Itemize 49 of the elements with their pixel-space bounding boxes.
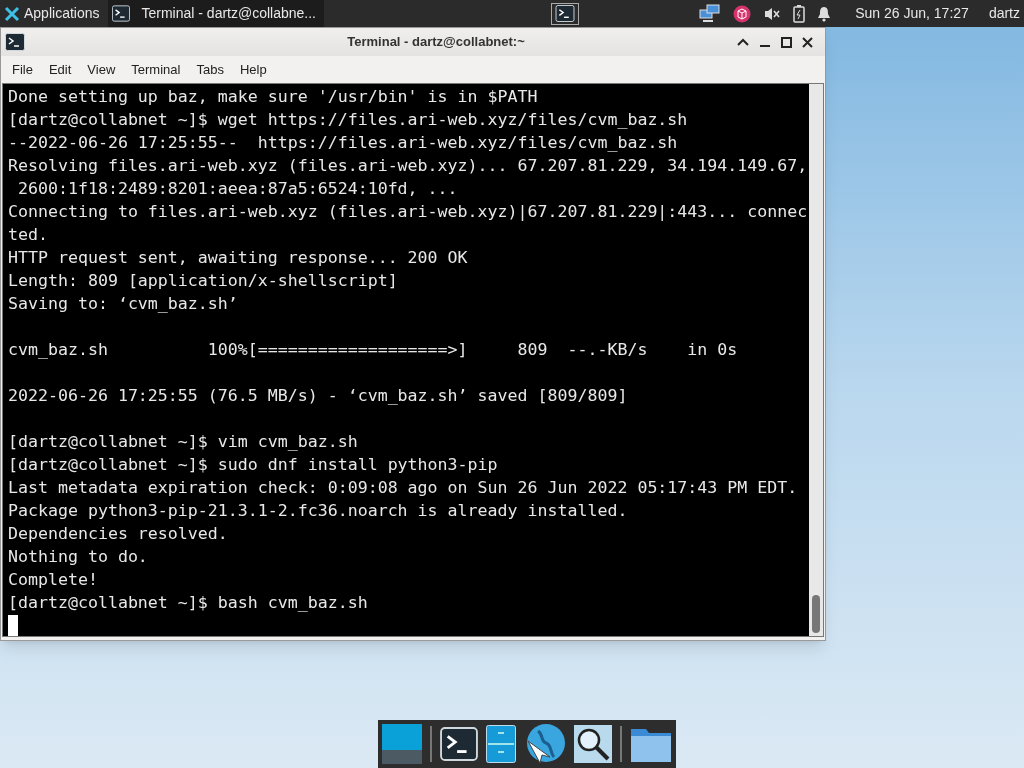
bell-icon[interactable]	[817, 5, 832, 22]
menu-item[interactable]: Edit	[41, 57, 79, 82]
close-icon[interactable]	[802, 36, 813, 48]
terminal-line: Nothing to do.	[8, 546, 148, 568]
menu-item[interactable]: Terminal	[124, 57, 188, 82]
terminal-icon	[440, 727, 478, 761]
menu-item[interactable]: Help	[232, 57, 274, 82]
taskbar-window-button[interactable]: Terminal - dartz@collabne...	[107, 0, 324, 27]
terminal-line: Complete!	[8, 569, 98, 591]
terminal-icon	[5, 33, 25, 51]
terminal-launcher-button[interactable]	[551, 2, 580, 25]
terminal-line: 2022-06-26 17:25:55 (76.5 MB/s) - ‘cvm_baz.sh’ saved [809/809]	[8, 385, 628, 407]
terminal-line: Saving to: ‘cvm_baz.sh’	[8, 293, 238, 315]
terminal-line: Connecting to files.ari-web.xyz (files.ari-web.xyz)|67.207.81.229|:443... connec	[8, 201, 808, 223]
terminal-line: HTTP request sent, awaiting response... 200 OK	[8, 247, 468, 269]
maximize-icon[interactable]	[781, 36, 792, 48]
terminal-line: Done setting up baz, make sure '/usr/bin' is in $PATH	[8, 86, 538, 108]
applications-menu-button[interactable]: Applications	[0, 0, 108, 27]
terminal-line: Resolving files.ari-web.xyz (files.ari-web.xyz)... 67.207.81.229, 34.194.149.67,	[8, 155, 808, 177]
terminal-line: Length: 809 [application/x-shellscript]	[8, 270, 398, 292]
caret-up-icon[interactable]	[737, 37, 749, 47]
panel-clock[interactable]: Sun 26 Jun, 17:27	[855, 3, 969, 24]
menu-item[interactable]: File	[5, 57, 40, 82]
terminal-line: Last metadata expiration check: 0:09:08 ago on Sun 26 Jun 2022 05:17:43 PM EDT.	[8, 477, 798, 499]
globe-cursor-icon[interactable]	[524, 723, 566, 765]
scrollbar[interactable]	[809, 84, 823, 636]
terminal-line: cvm_baz.sh 100%[===================>] 809 --.-KB/s in 0s	[8, 339, 738, 361]
panel-user[interactable]: dartz	[988, 3, 1020, 24]
cube-icon[interactable]	[733, 4, 752, 23]
terminal-icon	[111, 5, 130, 22]
terminal-line: [dartz@collabnet ~]$ sudo dnf install python3-pip	[8, 454, 498, 476]
menu-item[interactable]: View	[80, 57, 123, 82]
terminal-line: --2022-06-26 17:25:55-- https://files.ari-web.xyz/files/cvm_baz.sh	[8, 132, 678, 154]
magnifier-icon[interactable]	[574, 725, 612, 763]
network-icon[interactable]	[699, 3, 722, 24]
terminal-line: [dartz@collabnet ~]$ vim cvm_baz.sh	[8, 431, 358, 453]
terminal-line: Dependencies resolved.	[8, 523, 228, 545]
scrollbar-thumb[interactable]	[812, 595, 820, 633]
terminal-line: 2600:1f18:2489:8201:aeea:87a5:6524:10fd, ...	[17, 178, 458, 200]
window-title: Terminal - dartz@collabnet:~	[346, 33, 526, 52]
terminal-icon	[555, 5, 576, 22]
menu-item[interactable]: Tabs	[189, 57, 231, 82]
battery-icon[interactable]	[793, 4, 806, 23]
x-logo-icon	[4, 5, 20, 22]
terminal-line: [dartz@collabnet ~]$ wget https://files.ari-web.xyz/files/cvm_baz.sh	[8, 109, 688, 131]
terminal-line: [dartz@collabnet ~]$ bash cvm_baz.sh	[8, 592, 368, 614]
terminal-line: Package python3-pip-21.3.1-2.fc36.noarch is already installed.	[8, 500, 628, 522]
terminal-line: ted.	[8, 224, 48, 246]
speaker-muted-icon[interactable]	[763, 5, 782, 22]
